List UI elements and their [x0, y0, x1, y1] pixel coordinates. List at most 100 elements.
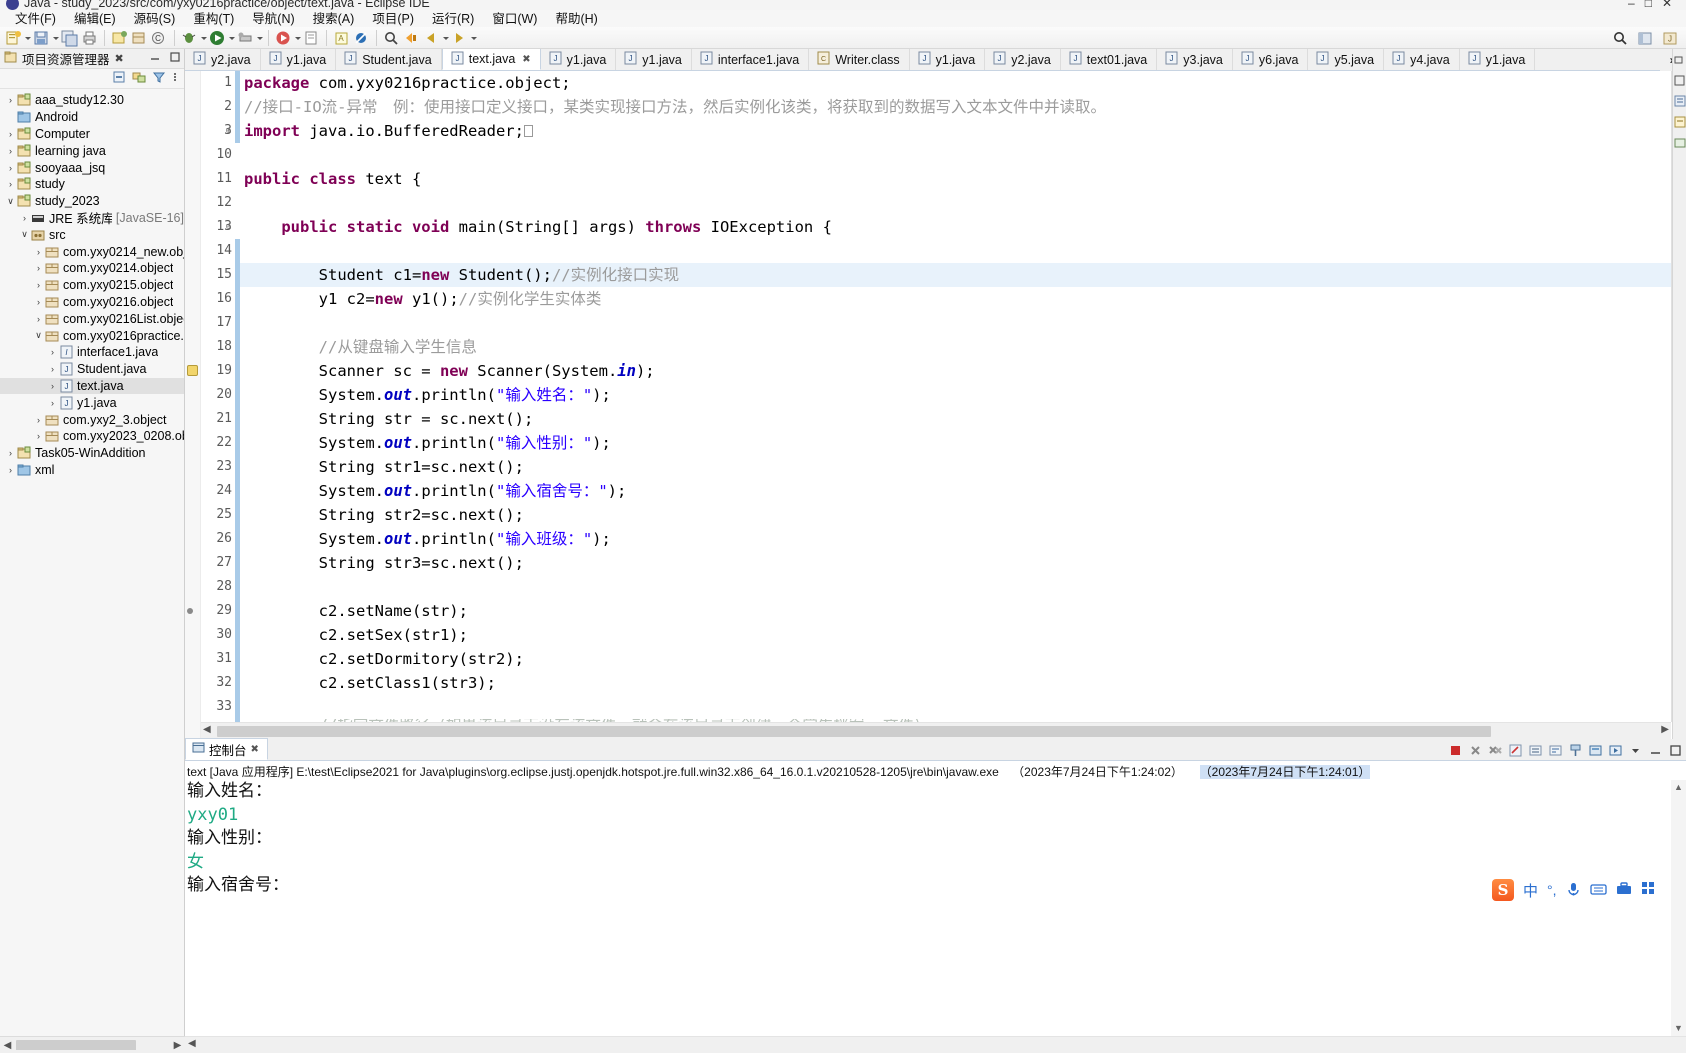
tree-item[interactable]: › com.yxy0216.object [0, 294, 184, 311]
code-line[interactable]: System.out.println("输入性别："); [240, 431, 1686, 455]
code-line[interactable]: c2.setClass1(str3); [240, 671, 1686, 695]
editor-tab[interactable]: Jy5.java [1308, 49, 1385, 70]
tree-item[interactable]: › aaa_study12.30 [0, 92, 184, 109]
editor-tab[interactable]: Jy1.java [261, 49, 337, 70]
editor-tab[interactable]: Jy1.java [1460, 49, 1536, 70]
window-controls[interactable]: –□✕ [1628, 0, 1682, 10]
tree-expand-arrow-icon[interactable]: › [32, 263, 45, 273]
code-line[interactable]: String str1=sc.next(); [240, 455, 1686, 479]
code-line[interactable]: System.out.println("输入班级："); [240, 527, 1686, 551]
tree-item[interactable]: › com.yxy2_3.object [0, 411, 184, 428]
breakpoint-marker-icon[interactable] [187, 608, 193, 614]
code-line[interactable]: c2.setName(str); [240, 599, 1686, 623]
view-filter-icon[interactable] [152, 70, 166, 87]
link-with-editor-icon[interactable] [132, 70, 146, 87]
apps-grid-icon[interactable] [1641, 881, 1656, 899]
scroll-left-icon[interactable]: ◀ [203, 724, 211, 735]
code-editor[interactable]: 1 2 3 ⊕ 10 11 12 13 ⊖ 14 15 16 17 18 19 20 21 22 23 24 25 26 2… [185, 71, 1686, 739]
forward-navigation-icon[interactable] [450, 29, 469, 47]
new-wizard-dropdown-icon[interactable] [24, 29, 31, 47]
editor-tab[interactable]: Jy1.java [616, 49, 692, 70]
menu-help[interactable]: 帮助(H) [546, 11, 606, 27]
open-console-button[interactable] [1607, 742, 1624, 759]
tree-item[interactable]: › sooyaaa_jsq [0, 159, 184, 176]
menu-edit[interactable]: 编辑(E) [65, 11, 125, 27]
tree-expand-arrow-icon[interactable]: › [32, 415, 45, 425]
run-icon[interactable] [208, 29, 227, 47]
tree-item[interactable]: › com.yxy0216List.objec [0, 310, 184, 327]
editor-tabbar[interactable]: Jy2.java Jy1.java J Student.java Jtext.java ✖… [185, 49, 1686, 71]
code-line[interactable] [240, 311, 1686, 335]
tree-item[interactable]: › study [0, 176, 184, 193]
debug-dropdown-icon[interactable] [200, 29, 207, 47]
editor-tab[interactable]: C Writer.class [809, 49, 910, 70]
code-line[interactable]: public static void main(String[] args) t… [240, 215, 1686, 239]
save-icon[interactable] [32, 29, 51, 47]
code-line[interactable]: Student c1=new Student();//实例化接口实现 [240, 263, 1686, 287]
open-perspective-icon[interactable] [1636, 29, 1655, 47]
skip-breakpoints-icon[interactable] [352, 29, 371, 47]
editor-tab[interactable]: Jinterface1.java [692, 49, 810, 70]
new-untitled-text-file-icon[interactable] [302, 29, 321, 47]
warning-marker-icon[interactable] [187, 365, 198, 376]
console-output[interactable]: 输入姓名： yxy01 输入性别： 女输入宿舍号： [185, 780, 1671, 1036]
editor-tab[interactable]: Jy3.java [1157, 49, 1233, 70]
save-dropdown-icon[interactable] [52, 29, 59, 47]
code-line[interactable]: c2.setDormitory(str2); [240, 647, 1686, 671]
code-line[interactable]: String str = sc.next(); [240, 407, 1686, 431]
view-menu-icon[interactable] [172, 70, 178, 87]
tree-expand-arrow-open-icon[interactable]: ∨ [32, 330, 45, 341]
code-line[interactable]: c2.setSex(str1); [240, 623, 1686, 647]
tree-item[interactable]: › Computer [0, 126, 184, 143]
tree-item[interactable]: › Task05-WinAddition [0, 445, 184, 462]
templates-view-icon[interactable] [1674, 137, 1686, 152]
minimize-icon[interactable] [149, 51, 161, 66]
menu-file[interactable]: 文件(F) [6, 11, 65, 27]
tree-item[interactable]: › learning java [0, 142, 184, 159]
editor-tab[interactable]: J Student.java [336, 49, 442, 70]
project-tree[interactable]: › aaa_study12.30 Android › Computer › learning… [0, 90, 184, 1031]
tree-expand-arrow-icon[interactable]: › [32, 247, 45, 257]
tree-expand-arrow-icon[interactable]: › [4, 163, 17, 173]
tree-expand-arrow-icon[interactable]: › [4, 95, 17, 105]
tree-item[interactable]: › com.yxy0214.object [0, 260, 184, 277]
fold-expand-icon[interactable]: ⊕ [226, 119, 231, 143]
scroll-right-icon[interactable]: ▶ [1661, 724, 1669, 735]
display-selected-console-button[interactable] [1587, 742, 1604, 759]
code-line[interactable]: String str3=sc.next(); [240, 551, 1686, 575]
print-icon[interactable] [80, 29, 99, 47]
menu-search[interactable]: 搜索(A) [304, 11, 364, 27]
last-edit-location-icon[interactable] [402, 29, 421, 47]
run-external-tools-icon[interactable] [236, 29, 255, 47]
tree-expand-arrow-icon[interactable]: › [46, 381, 59, 391]
tree-item[interactable]: › Jtext.java [0, 377, 184, 395]
tree-item[interactable]: ∨ src [0, 226, 184, 243]
tree-item[interactable]: Android [0, 109, 184, 126]
debug-icon[interactable] [180, 29, 199, 47]
tree-expand-arrow-icon[interactable]: › [32, 431, 45, 441]
pin-console-button[interactable] [1567, 742, 1584, 759]
tree-expand-arrow-icon[interactable]: › [18, 213, 31, 223]
code-line[interactable] [240, 695, 1686, 719]
outline-view-icon[interactable] [1674, 95, 1686, 110]
tree-expand-arrow-icon[interactable]: › [32, 314, 45, 324]
tree-item[interactable]: › Iinterface1.java [0, 344, 184, 361]
tree-item[interactable]: › com.yxy0214_new.obje [0, 243, 184, 260]
tree-expand-arrow-icon[interactable]: › [32, 297, 45, 307]
remove-launch-button[interactable] [1467, 742, 1484, 759]
toolbox-icon[interactable] [1616, 881, 1632, 899]
editor-tab[interactable]: Jy1.java [910, 49, 986, 70]
console-maximize-button[interactable] [1667, 742, 1684, 759]
keyboard-icon[interactable] [1589, 882, 1607, 899]
tree-expand-arrow-icon[interactable]: › [4, 129, 17, 139]
clear-console-button[interactable] [1507, 742, 1524, 759]
tree-expand-arrow-icon[interactable]: › [46, 398, 59, 408]
collapse-all-icon[interactable] [112, 70, 126, 87]
terminate-button[interactable] [1447, 742, 1464, 759]
code-line[interactable]: y1 c2=new y1();//实例化学生实体类 [240, 287, 1686, 311]
editor-tab[interactable]: Jtext01.java [1061, 49, 1158, 70]
save-all-icon[interactable] [60, 29, 79, 47]
code-line[interactable]: System.out.println("输入宿舍号："); [240, 479, 1686, 503]
word-wrap-button[interactable] [1547, 742, 1564, 759]
toggle-mark-occurrences-icon[interactable]: A [332, 29, 351, 47]
